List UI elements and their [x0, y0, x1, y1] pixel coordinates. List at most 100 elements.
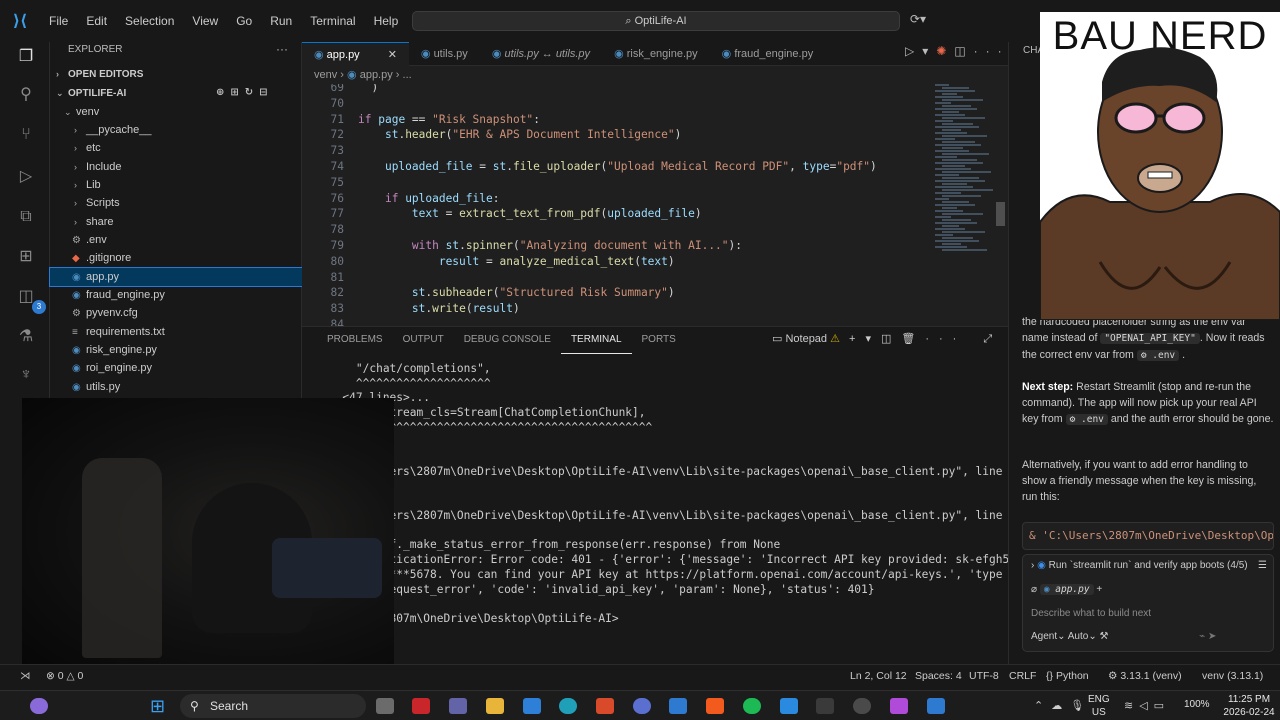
cursor-position[interactable]: Ln 2, Col 12: [850, 665, 907, 687]
code-line[interactable]: 70: [302, 96, 992, 112]
tab-risk-engine[interactable]: ◉ risk_engine.py: [602, 42, 710, 66]
venv-indicator[interactable]: venv (3.13.1): [1202, 665, 1263, 687]
code-line[interactable]: 80 result = analyze_medical_text(text): [302, 254, 992, 270]
menu-selection[interactable]: Selection: [116, 14, 183, 28]
pen-app-icon[interactable]: [523, 698, 541, 714]
python-icon[interactable]: ♆: [17, 366, 35, 384]
tree-item-pyvenv[interactable]: ⚙ pyvenv.cfg: [50, 304, 302, 322]
windows-start-icon[interactable]: ⊞: [150, 697, 165, 715]
tree-item-lib[interactable]: › Lib: [50, 176, 302, 194]
tree-item-requirements[interactable]: ≡ requirements.txt: [50, 323, 302, 341]
code-line[interactable]: 77 text = extract_text_from_pdf(uploaded…: [302, 206, 992, 222]
send-icon[interactable]: ⌁ ➤: [1199, 631, 1216, 642]
file-explorer-icon[interactable]: [486, 698, 504, 714]
tab-debug-console[interactable]: DEBUG CONSOLE: [454, 327, 561, 353]
indentation[interactable]: Spaces: 4: [915, 665, 962, 687]
tree-item-include[interactable]: › Include: [50, 158, 302, 176]
code-line[interactable]: 71 if page == "Risk Snapshot":: [302, 112, 992, 128]
command-snippet[interactable]: & 'C:\Users\2807m\OneDrive\Desktop\Opt: [1022, 522, 1274, 550]
code-line[interactable]: 83 st.write(result): [302, 301, 992, 317]
tab-utils-py[interactable]: ◉ utils.py: [409, 42, 480, 66]
menu-view[interactable]: View: [183, 14, 227, 28]
menu-run[interactable]: Run: [261, 14, 301, 28]
run-icon[interactable]: ▷▾: [905, 44, 936, 58]
source-control-icon[interactable]: ⑂: [17, 126, 35, 144]
tree-item-etc[interactable]: › etc: [50, 139, 302, 157]
mail-icon[interactable]: [669, 698, 687, 714]
code-line[interactable]: 73: [302, 143, 992, 159]
menu-file[interactable]: File: [40, 14, 77, 28]
brave-icon[interactable]: [706, 698, 724, 714]
code-line[interactable]: 79 with st.spinner("Analyzing document w…: [302, 238, 992, 254]
tree-item-utils[interactable]: ◉ utils.py: [50, 378, 302, 396]
tab-fraud-engine[interactable]: ◉ fraud_engine.py: [710, 42, 826, 66]
explorer-icon[interactable]: ❐: [17, 48, 35, 66]
code-line[interactable]: 84: [302, 317, 992, 326]
network-volume-icon[interactable]: ≋◁▭: [1124, 699, 1170, 712]
explorer-actions-icon[interactable]: ⊕⊞↻⊟: [216, 84, 274, 102]
list-icon[interactable]: ☰: [1258, 560, 1267, 571]
problems-count[interactable]: ⊗ 0 △ 0: [46, 665, 83, 687]
more-actions-icon[interactable]: ···: [276, 42, 288, 56]
more-actions-icon[interactable]: ···: [974, 44, 1010, 58]
tree-item-fraud-engine[interactable]: ◉ fraud_engine.py: [50, 286, 302, 304]
tree-item-venv[interactable]: ⌄ venv: [50, 103, 302, 121]
paperclip-icon[interactable]: ⌀: [1031, 584, 1040, 595]
task-view-icon[interactable]: [376, 698, 394, 714]
minimap[interactable]: [935, 84, 995, 264]
teams-icon[interactable]: [449, 698, 467, 714]
run-debug-icon[interactable]: ▷: [17, 168, 35, 186]
code-line[interactable]: 76 if uploaded_file:: [302, 191, 992, 207]
calendar-app-icon[interactable]: [596, 698, 614, 714]
tree-item-share[interactable]: › share: [50, 213, 302, 231]
menu-go[interactable]: Go: [227, 14, 261, 28]
terminal-shell-label[interactable]: Notepad: [785, 333, 827, 345]
vscode-taskbar-icon[interactable]: [780, 698, 798, 714]
notes-app-icon[interactable]: [927, 698, 945, 714]
containers-icon[interactable]: ◫: [17, 288, 35, 306]
remote-explorer-icon[interactable]: ⧉: [17, 208, 35, 226]
open-editors-section[interactable]: › OPEN EDITORS: [50, 65, 302, 83]
copilot-taskbar-icon[interactable]: [890, 698, 908, 714]
chat-input-field[interactable]: Describe what to build next: [1031, 608, 1151, 619]
todo-row[interactable]: › ◉ Run `streamlit run` and verify app b…: [1031, 560, 1267, 571]
encoding[interactable]: UTF-8: [969, 665, 999, 687]
remote-indicator-icon[interactable]: ⋊: [20, 665, 31, 687]
tree-item-gitignore[interactable]: ◆ .gitignore: [50, 249, 302, 267]
breadcrumb-symbol[interactable]: ...: [403, 69, 412, 81]
input-language[interactable]: ENG US: [1088, 693, 1110, 719]
tab-terminal[interactable]: TERMINAL: [560, 327, 632, 354]
tree-item-scripts[interactable]: › Scripts: [50, 194, 302, 212]
code-line[interactable]: 82 st.subheader("Structured Risk Summary…: [302, 285, 992, 301]
add-icon[interactable]: +: [1096, 584, 1102, 595]
tree-item-pycache[interactable]: › __pycache__: [50, 121, 302, 139]
code-line[interactable]: 69 ): [302, 84, 992, 96]
tab-utils-diff[interactable]: ◉ utils.py ↔ utils.py: [480, 42, 602, 66]
tab-problems[interactable]: PROBLEMS: [317, 327, 393, 353]
spotify-icon[interactable]: [743, 698, 761, 714]
battery-percent[interactable]: 100%: [1184, 699, 1210, 710]
tree-item-roi-engine[interactable]: ◉ roi_engine.py: [50, 359, 302, 377]
taskbar-clock[interactable]: 11:25 PM 2026-02-24: [1218, 693, 1280, 719]
maximize-panel-icon[interactable]: ⤢: [983, 333, 992, 345]
python-interpreter[interactable]: ⚙ 3.13.1 (venv): [1108, 665, 1182, 687]
settings-taskbar-icon[interactable]: [853, 698, 871, 714]
testing-icon[interactable]: ⚗: [17, 328, 35, 346]
model-picker-label[interactable]: Auto: [1068, 631, 1089, 642]
extension-action-icon[interactable]: ✺: [936, 44, 954, 58]
code-line[interactable]: 72 st.header("EHR & APS Document Intelli…: [302, 127, 992, 143]
chevron-down-icon[interactable]: ⌄: [1057, 631, 1068, 642]
tree-item-app-py[interactable]: ◉ app.py: [49, 267, 303, 287]
code-line[interactable]: 78: [302, 222, 992, 238]
language-mode[interactable]: {} Python: [1046, 665, 1089, 687]
taskbar-search[interactable]: ⚲ Search: [180, 694, 366, 718]
copilot-icon[interactable]: ⟳▾: [910, 12, 926, 26]
search-icon[interactable]: ⚲: [17, 86, 35, 104]
attachment-chip[interactable]: ◉ app.py: [1039, 584, 1094, 595]
command-center-search[interactable]: ⌕ OptiLife-AI: [412, 11, 900, 31]
inline-file-ref[interactable]: ⚙ .env: [1065, 414, 1108, 425]
tree-item-env[interactable]: ⚙ .env: [50, 231, 302, 249]
r-app-icon[interactable]: [633, 698, 651, 714]
menu-edit[interactable]: Edit: [77, 14, 116, 28]
tab-app-py[interactable]: ◉ app.py ✕: [302, 42, 409, 66]
